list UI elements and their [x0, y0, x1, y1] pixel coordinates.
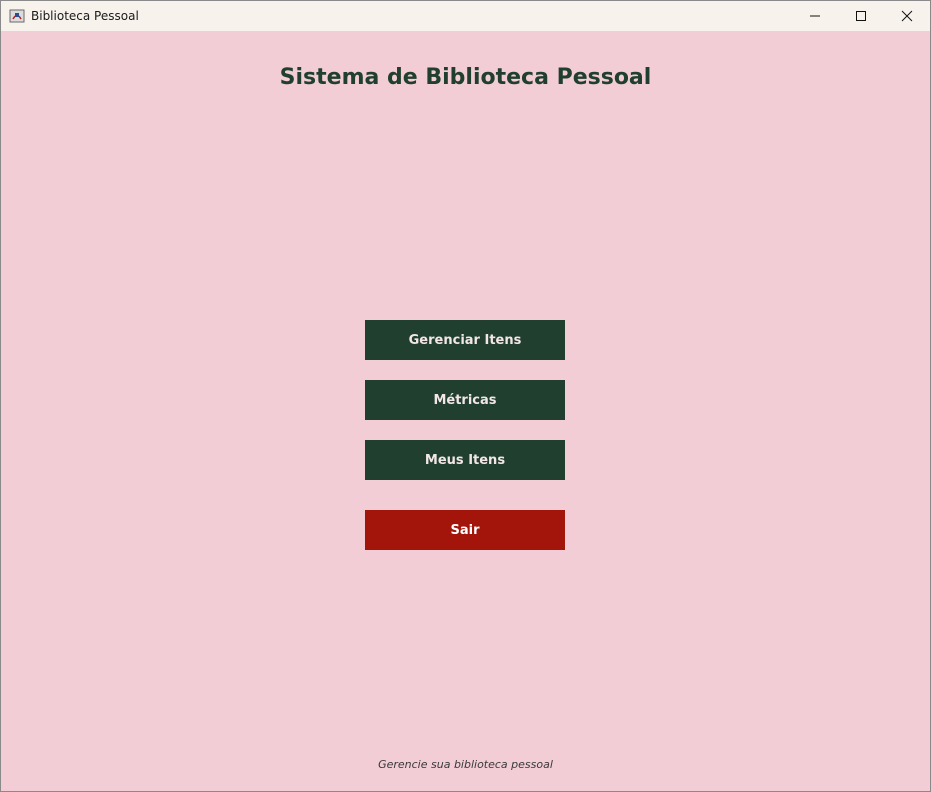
main-content: Sistema de Biblioteca Pessoal Gerenciar … [1, 31, 930, 791]
window-controls [792, 1, 930, 31]
exit-button[interactable]: Sair [365, 510, 565, 550]
my-items-label: Meus Itens [424, 452, 506, 468]
footer-tagline: Gerencie sua biblioteca pessoal [378, 758, 553, 771]
maximize-button[interactable] [838, 1, 884, 31]
app-window: Biblioteca Pessoal Sistema de Biblioteca… [0, 0, 931, 792]
title-bar[interactable]: Biblioteca Pessoal [1, 1, 930, 31]
metrics-button[interactable]: Métricas [365, 380, 565, 420]
page-title: Sistema de Biblioteca Pessoal [279, 65, 652, 90]
close-button[interactable] [884, 1, 930, 31]
maximize-icon [856, 11, 866, 21]
exit-label: Sair [450, 522, 480, 538]
minimize-icon [810, 15, 820, 17]
metrics-label: Métricas [433, 392, 497, 408]
manage-items-label: Gerenciar Itens [408, 332, 522, 348]
manage-items-button[interactable]: Gerenciar Itens [365, 320, 565, 360]
minimize-button[interactable] [792, 1, 838, 31]
java-app-icon [9, 8, 25, 24]
window-title: Biblioteca Pessoal [31, 9, 139, 23]
close-icon [901, 10, 913, 22]
my-items-button[interactable]: Meus Itens [365, 440, 565, 480]
